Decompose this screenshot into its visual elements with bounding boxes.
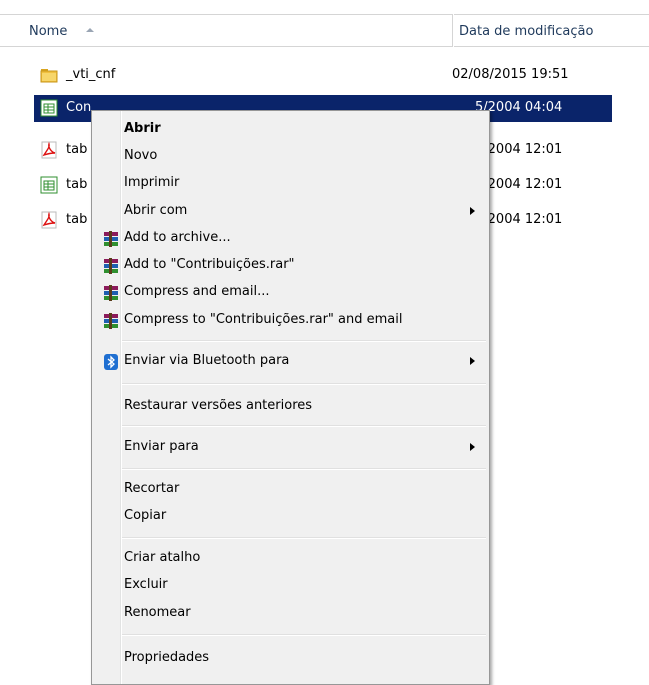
spreadsheet-icon (40, 99, 58, 117)
menu-item-new[interactable]: Novo (94, 144, 487, 169)
file-name: Con (66, 100, 92, 115)
menu-item-compress-rar-email[interactable]: Compress to "Contribuições.rar" and emai… (94, 308, 487, 333)
pdf-icon (40, 141, 58, 159)
menu-item-label: Restaurar versões anteriores (124, 398, 313, 413)
context-menu: Abrir Novo Imprimir Abrir com Add to arc… (91, 110, 490, 685)
menu-separator (122, 468, 486, 470)
menu-item-create-shortcut[interactable]: Criar atalho (94, 546, 487, 571)
menu-separator (122, 634, 486, 636)
menu-item-rename[interactable]: Renomear (94, 601, 487, 626)
menu-separator (122, 425, 486, 427)
menu-separator (122, 383, 486, 385)
folder-icon (40, 66, 58, 84)
menu-item-open-with[interactable]: Abrir com (94, 199, 487, 224)
menu-item-add-to-archive[interactable]: Add to archive... (94, 226, 487, 251)
menu-item-label: Excluir (124, 577, 168, 592)
winrar-icon (102, 284, 120, 302)
file-name: tab (66, 177, 88, 192)
file-name: tab (66, 212, 88, 227)
menu-item-label: Criar atalho (124, 550, 201, 565)
menu-item-restore-versions[interactable]: Restaurar versões anteriores (94, 394, 487, 419)
file-name: tab (66, 142, 88, 157)
column-header-name-label: Nome (29, 24, 68, 39)
menu-item-label: Abrir (124, 121, 161, 136)
column-header-date[interactable]: Data de modificação (454, 14, 649, 47)
menu-item-copy[interactable]: Copiar (94, 504, 487, 529)
winrar-icon (102, 312, 120, 330)
menu-item-label: Add to "Contribuições.rar" (124, 257, 295, 272)
menu-item-open[interactable]: Abrir (94, 117, 487, 142)
menu-item-bluetooth[interactable]: Enviar via Bluetooth para (94, 349, 487, 374)
menu-item-print[interactable]: Imprimir (94, 171, 487, 196)
bluetooth-icon (102, 353, 120, 371)
menu-separator (122, 340, 486, 342)
sort-ascending-icon (86, 28, 94, 32)
column-header-date-label: Data de modificação (459, 24, 594, 39)
file-date: 02/08/2015 19:51 (452, 67, 569, 82)
menu-item-cut[interactable]: Recortar (94, 477, 487, 502)
menu-item-compress-email[interactable]: Compress and email... (94, 280, 487, 305)
menu-item-label: Recortar (124, 481, 180, 496)
menu-item-properties[interactable]: Propriedades (94, 646, 487, 671)
menu-item-label: Copiar (124, 508, 167, 523)
menu-item-label: Enviar para (124, 439, 199, 454)
winrar-icon (102, 257, 120, 275)
column-header-name[interactable]: Nome (0, 14, 453, 47)
submenu-arrow-icon (470, 207, 475, 215)
submenu-arrow-icon (470, 443, 475, 451)
pdf-icon (40, 211, 58, 229)
spreadsheet-icon (40, 176, 58, 194)
menu-item-label: Compress and email... (124, 284, 270, 299)
menu-item-label: Abrir com (124, 203, 188, 218)
menu-item-label: Imprimir (124, 175, 180, 190)
list-header: Nome Data de modificação (0, 0, 649, 47)
menu-item-label: Add to archive... (124, 230, 231, 245)
winrar-icon (102, 230, 120, 248)
menu-item-label: Enviar via Bluetooth para (124, 353, 290, 368)
menu-separator (122, 537, 486, 539)
menu-item-label: Renomear (124, 605, 191, 620)
menu-item-label: Novo (124, 148, 158, 163)
menu-item-label: Compress to "Contribuições.rar" and emai… (124, 312, 403, 327)
menu-item-add-to-rar[interactable]: Add to "Contribuições.rar" (94, 253, 487, 278)
submenu-arrow-icon (470, 357, 475, 365)
file-row-vti-cnf[interactable]: _vti_cnf 02/08/2015 19:51 (34, 62, 649, 89)
menu-item-label: Propriedades (124, 650, 210, 665)
menu-item-delete[interactable]: Excluir (94, 573, 487, 598)
menu-item-send-to[interactable]: Enviar para (94, 435, 487, 460)
file-name: _vti_cnf (66, 67, 116, 82)
